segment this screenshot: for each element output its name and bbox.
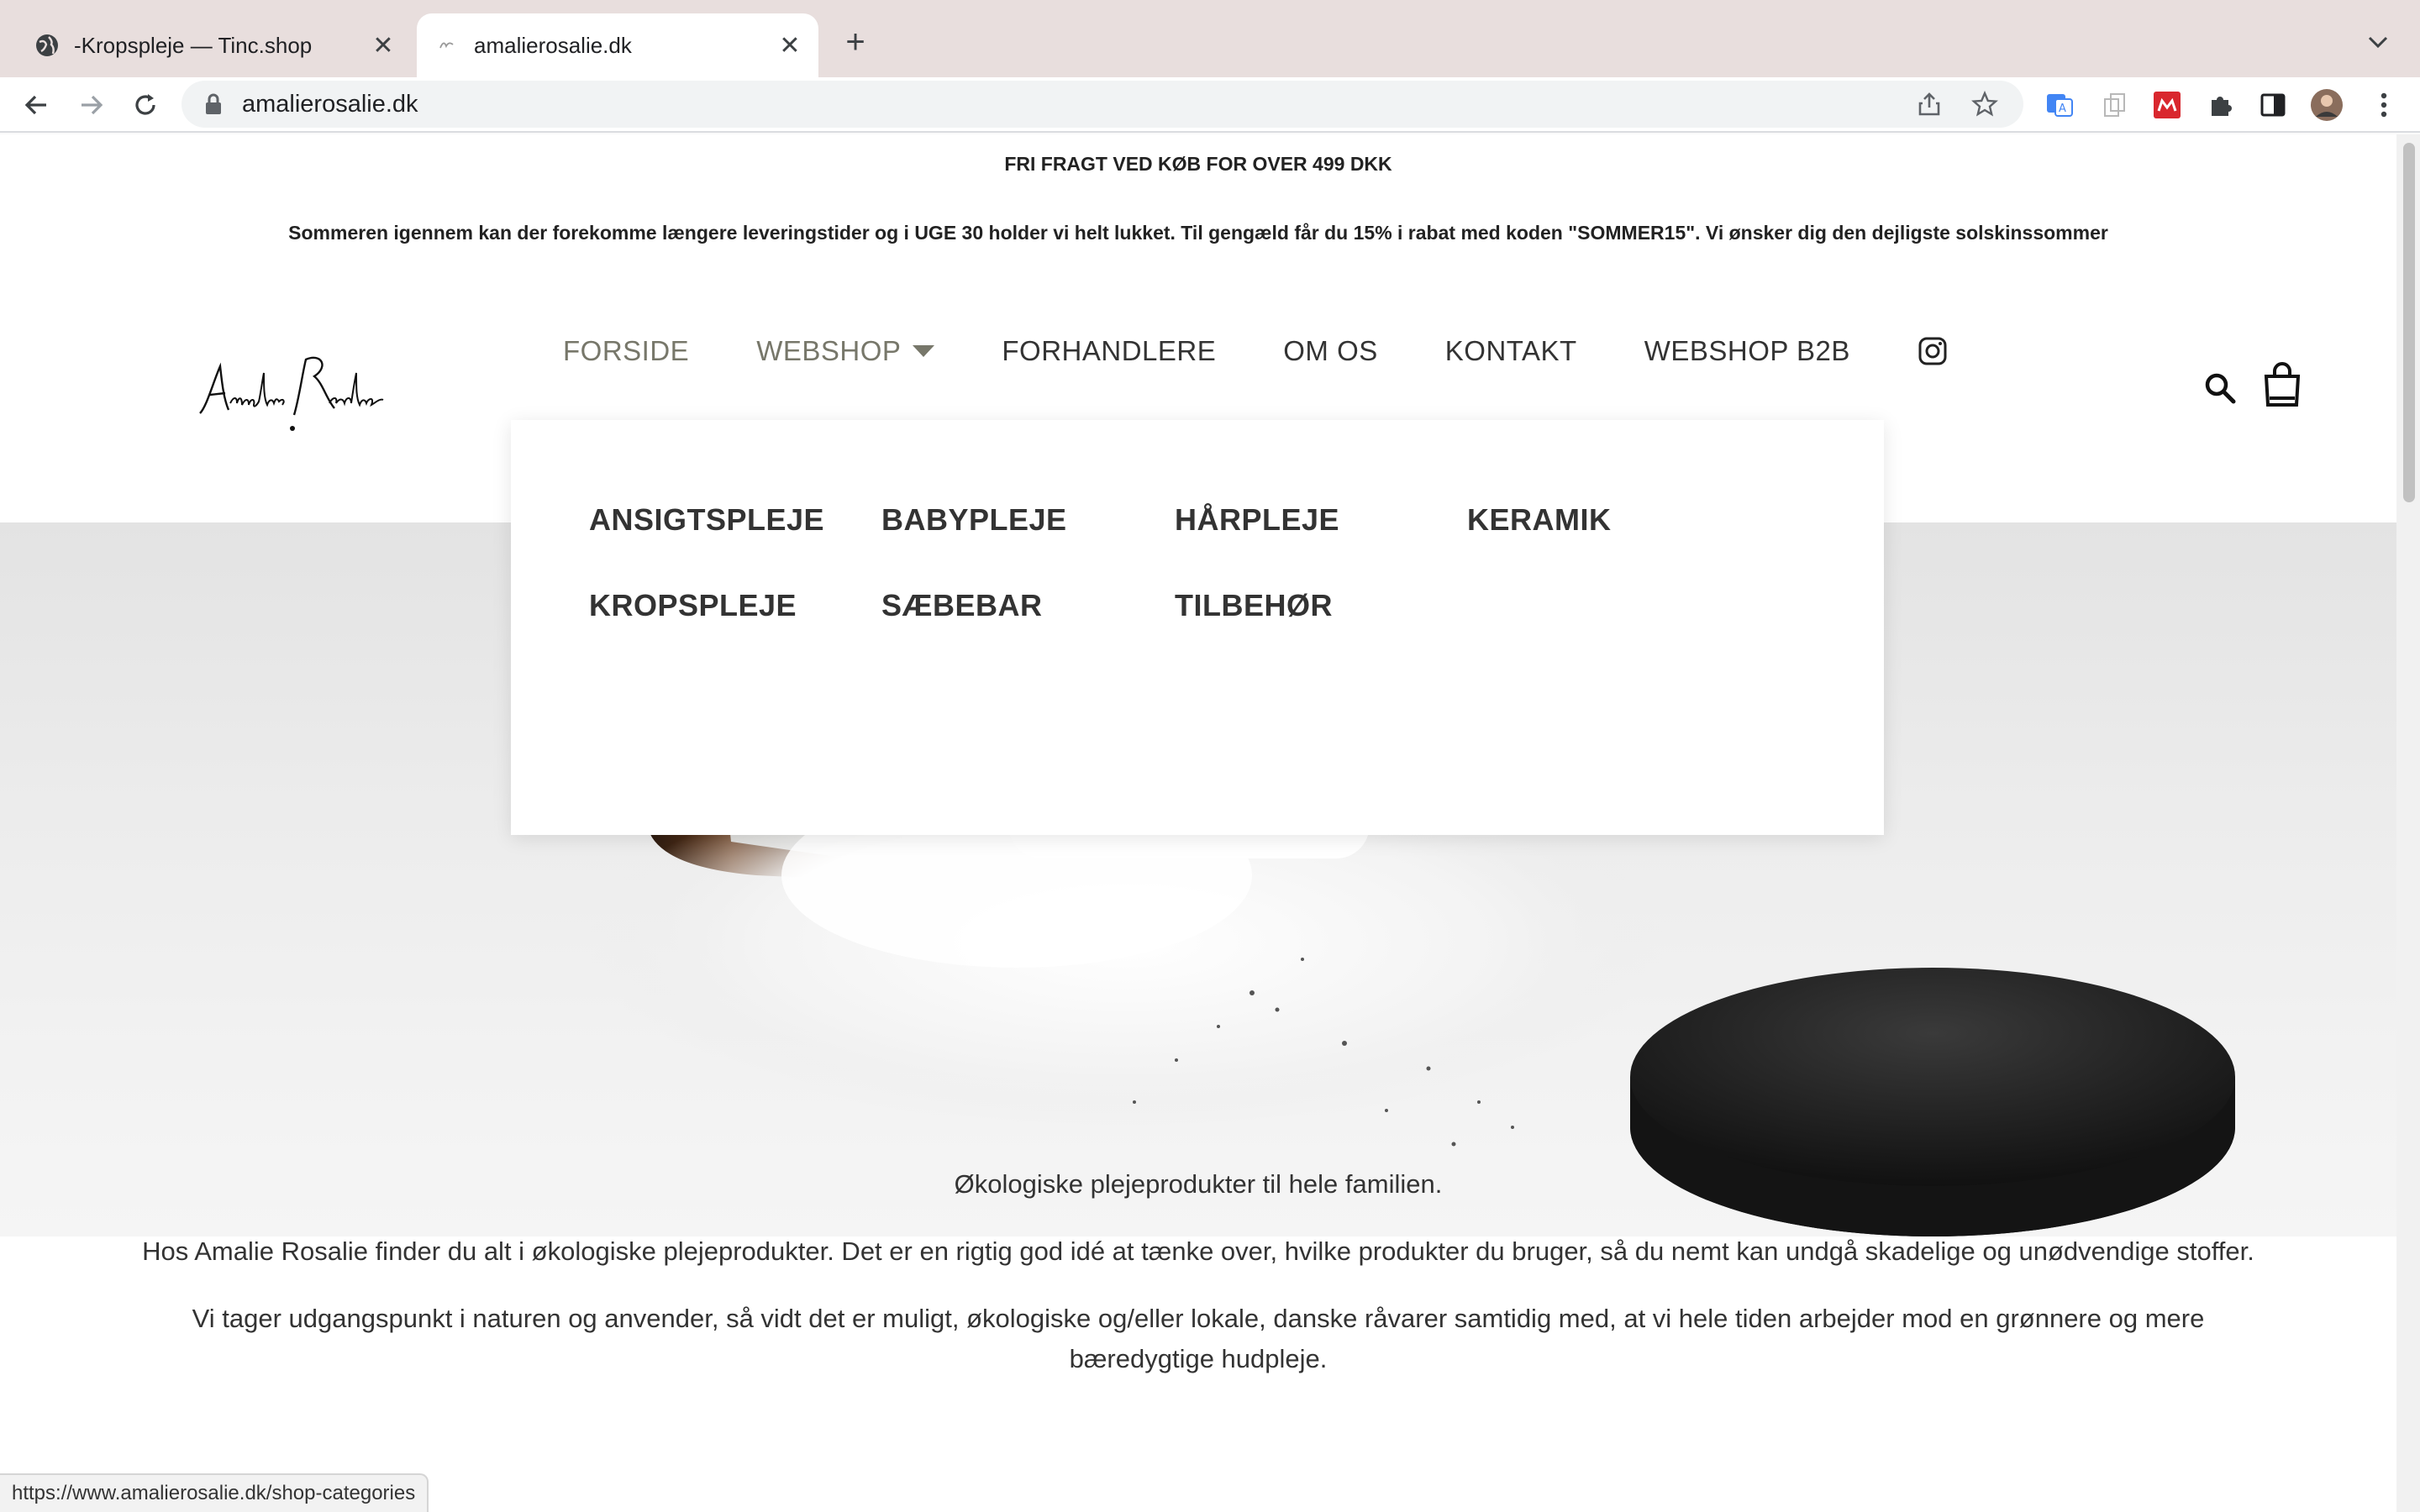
menu-saebebar[interactable]: SÆBEBAR xyxy=(881,588,1043,623)
menu-ansigtspleje[interactable]: ANSIGTSPLEJE xyxy=(589,502,824,538)
menu-tilbehoer[interactable]: TILBEHØR xyxy=(1175,588,1333,623)
new-tab-button[interactable]: + xyxy=(835,22,876,62)
search-icon[interactable] xyxy=(2202,370,2238,407)
menu-keramik[interactable]: KERAMIK xyxy=(1467,502,1612,538)
reload-icon[interactable] xyxy=(124,84,166,126)
nav-forhandlere[interactable]: FORHANDLERE xyxy=(1002,335,1216,367)
amalie-rosalie-logo[interactable] xyxy=(195,348,393,440)
menu-babypleje[interactable]: BABYPLEJE xyxy=(881,502,1067,538)
forward-icon[interactable] xyxy=(71,84,113,126)
globe-icon xyxy=(34,32,60,59)
web-page: FRI FRAGT VED KØB FOR OVER 499 DKK Somme… xyxy=(0,134,2396,1512)
back-icon[interactable] xyxy=(15,84,57,126)
intro-paragraph-2: Vi tager udgangspunkt i naturen og anven… xyxy=(192,1304,2205,1373)
copy-extension-icon[interactable] xyxy=(2097,87,2133,123)
close-icon[interactable]: ✕ xyxy=(368,30,398,60)
close-icon[interactable]: ✕ xyxy=(775,30,805,60)
instagram-icon xyxy=(1918,337,1947,365)
nav-webshop-label: WEBSHOP xyxy=(756,335,902,366)
svg-text:A: A xyxy=(2059,102,2066,115)
address-text[interactable]: amalierosalie.dk xyxy=(242,91,1912,118)
intro-paragraph-1: Hos Amalie Rosalie finder du alt i økolo… xyxy=(142,1236,2254,1266)
menu-kropspleje[interactable]: KROPSPLEJE xyxy=(589,588,797,623)
link-status-bar: https://www.amalierosalie.dk/shop-catego… xyxy=(0,1473,429,1512)
tab-kropspleje[interactable]: -Kropspleje — Tinc.shop ✕ xyxy=(17,13,412,77)
mendeley-extension-icon[interactable] xyxy=(2149,87,2185,123)
intro-section: Økologiske plejeprodukter til hele famil… xyxy=(0,1164,2396,1406)
intro-tagline: Økologiske plejeprodukter til hele famil… xyxy=(954,1169,1443,1199)
nav-kontakt[interactable]: KONTAKT xyxy=(1445,335,1577,367)
nav-webshop[interactable]: WEBSHOP xyxy=(756,335,935,367)
kebab-menu-icon[interactable] xyxy=(2366,87,2402,123)
lock-icon[interactable] xyxy=(202,92,225,116)
browser-toolbar: amalierosalie.dk A xyxy=(0,77,2420,133)
main-navigation: FORSIDE WEBSHOP FORHANDLERE OM OS KONTAK… xyxy=(563,326,2015,376)
chevron-down-icon[interactable] xyxy=(2361,25,2395,59)
webshop-dropdown-menu: ANSIGTSPLEJE BABYPLEJE HÅRPLEJE KERAMIK … xyxy=(511,420,1884,835)
tab-amalierosalie[interactable]: amalierosalie.dk ✕ xyxy=(417,13,818,77)
scrollbar-thumb[interactable] xyxy=(2403,143,2415,502)
translate-extension-icon[interactable]: A xyxy=(2042,87,2077,123)
caret-down-icon xyxy=(913,345,935,357)
bookmark-star-icon[interactable] xyxy=(1968,87,2002,121)
nav-om-os[interactable]: OM OS xyxy=(1283,335,1378,367)
nav-webshop-b2b[interactable]: WEBSHOP B2B xyxy=(1644,335,1850,367)
puzzle-extensions-icon[interactable] xyxy=(2203,87,2238,123)
profile-avatar[interactable] xyxy=(2309,87,2344,123)
browser-tab-bar: -Kropspleje — Tinc.shop ✕ amalierosalie.… xyxy=(0,0,2420,77)
nav-instagram[interactable] xyxy=(1918,336,1948,366)
summer-announcement: Sommeren igennem kan der forekomme længe… xyxy=(288,222,2108,244)
sidepanel-icon[interactable] xyxy=(2255,87,2291,123)
shopping-bag-icon[interactable] xyxy=(2262,361,2302,408)
menu-haarpleje[interactable]: HÅRPLEJE xyxy=(1175,502,1339,538)
tab-title: amalierosalie.dk xyxy=(474,32,632,58)
page-scrollbar[interactable] xyxy=(2396,134,2420,1512)
shipping-announcement: FRI FRAGT VED KØB FOR OVER 499 DKK xyxy=(1004,153,1392,175)
tab-title: -Kropspleje — Tinc.shop xyxy=(74,32,313,58)
nav-forside[interactable]: FORSIDE xyxy=(563,335,689,367)
site-favicon-icon xyxy=(434,32,460,59)
address-bar[interactable]: amalierosalie.dk xyxy=(182,81,2023,128)
share-icon[interactable] xyxy=(1912,87,1946,121)
